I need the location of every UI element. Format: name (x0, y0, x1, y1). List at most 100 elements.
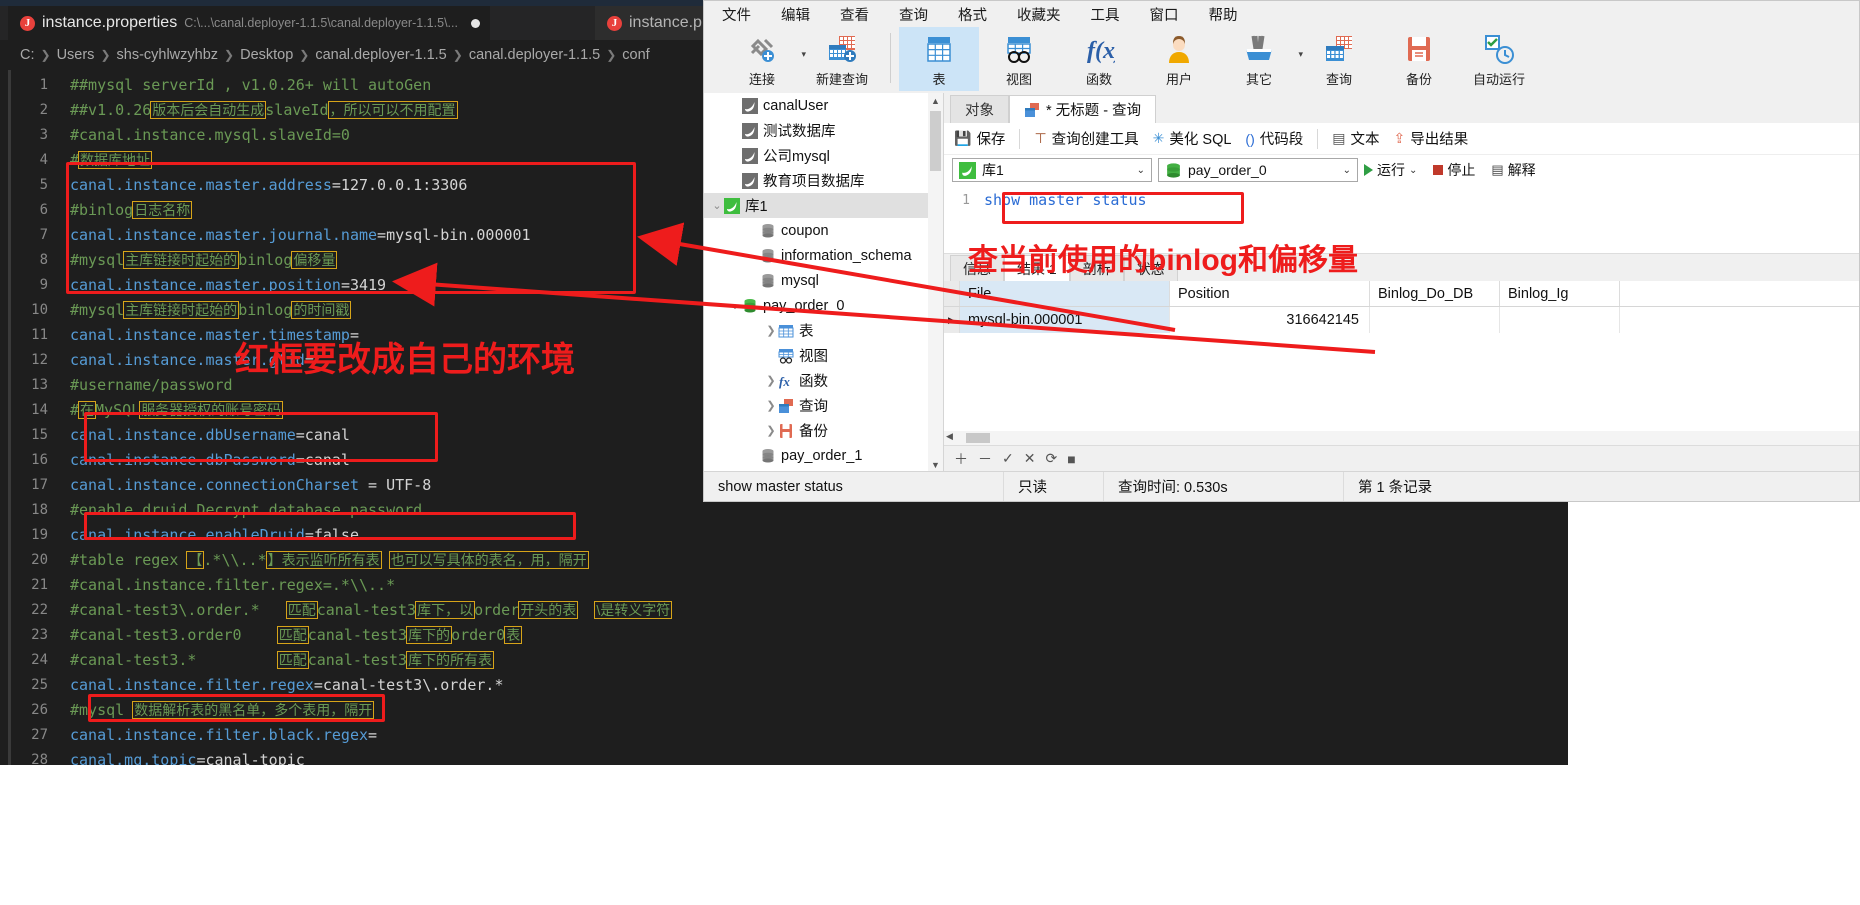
code-line[interactable]: 24 #canal-test3.* 匹配canal-test3库下的所有表 (0, 647, 1568, 672)
breadcrumb-segment[interactable]: canal.deployer-1.1.5 (469, 47, 600, 63)
result-grid[interactable]: File Position Binlog_Do_DB Binlog_Ig ▶ mysql… (944, 281, 1859, 333)
tree-node-canalUser[interactable]: canalUser (704, 93, 943, 118)
ribbon-button-视图[interactable]: 视图 (979, 27, 1059, 91)
tree-node-教育项目数据库[interactable]: 教育项目数据库 (704, 168, 943, 193)
code-line[interactable]: 20 #table regex 【.*\\..*】表示监听所有表 也可以写具体的表… (0, 547, 1568, 572)
ribbon-button-自动运行[interactable]: 自动运行 (1459, 27, 1539, 91)
tree-node-pay_order_1[interactable]: pay_order_1 (704, 443, 943, 468)
menu-item-文件[interactable]: 文件 (722, 4, 751, 25)
breadcrumb-segment[interactable]: Desktop (240, 47, 293, 63)
code-line[interactable]: 25 canal.instance.filter.regex=canal-test… (0, 672, 1568, 697)
stop-label[interactable]: 停止 (1447, 160, 1475, 180)
chevron-right-icon[interactable]: ❯ (764, 374, 778, 387)
database-combo[interactable]: pay_order_0 ⌄ (1158, 158, 1358, 182)
remove-record-icon[interactable]: － (978, 449, 992, 469)
ribbon-button-其它[interactable]: 其它 ▾ (1219, 27, 1303, 91)
code-line[interactable]: 19 canal.instance.enableDruid=false (0, 522, 1568, 547)
chevron-down-icon[interactable]: ⌄ (710, 199, 724, 212)
query-toolbar-美化 SQL[interactable]: ✳ 美化 SQL (1153, 128, 1232, 149)
code-line[interactable]: 27 canal.instance.filter.black.regex= (0, 722, 1568, 747)
table-row[interactable]: ▶ mysql-bin.000001 316642145 (944, 307, 1859, 333)
connection-combo[interactable]: 库1 ⌄ (952, 158, 1152, 182)
grid-column-header-Binlog_Do_DB[interactable]: Binlog_Do_DB (1370, 281, 1500, 306)
grid-column-header-Position[interactable]: Position (1170, 281, 1370, 306)
tree-node-公司mysql[interactable]: 公司mysql (704, 143, 943, 168)
grid-column-header-File[interactable]: File (960, 281, 1170, 306)
chevron-right-icon[interactable]: ❯ (764, 399, 778, 412)
chevron-down-icon[interactable]: ⌄ (1409, 165, 1417, 176)
query-toolbar-查询创建工具[interactable]: ⊤ 查询创建工具 (1034, 128, 1138, 149)
tree-node-表[interactable]: ❯ 表 (704, 318, 943, 343)
chevron-down-icon[interactable]: ⌄ (728, 299, 742, 312)
breadcrumb-segment[interactable]: canal.deployer-1.1.5 (315, 47, 446, 63)
grid-cell-Binlog_Ig[interactable] (1500, 307, 1620, 333)
ribbon-button-用户[interactable]: 用户 (1139, 27, 1219, 91)
editor-tab-active[interactable]: J instance.properties C:\...\canal.deplo… (8, 6, 490, 40)
object-tab-对象[interactable]: 对象 (950, 95, 1009, 123)
query-toolbar-代码段[interactable]: () 代码段 (1245, 128, 1303, 149)
chevron-right-icon[interactable]: ❯ (764, 324, 778, 337)
grid-cell-File[interactable]: mysql-bin.000001 (960, 307, 1170, 333)
code-line[interactable]: 26 #mysql 数据解析表的黑名单，多个表用，隔开 (0, 697, 1568, 722)
chevron-down-icon[interactable]: ⌄ (1137, 165, 1145, 176)
stop-icon[interactable]: ■ (1067, 451, 1075, 467)
breadcrumb-segment[interactable]: C: (20, 47, 35, 63)
tree-node-information_schema[interactable]: information_schema (704, 243, 943, 268)
menu-item-查询[interactable]: 查询 (899, 4, 928, 25)
tree-node-库1[interactable]: ⌄ 库1 (704, 193, 943, 218)
grid-cell-Position[interactable]: 316642145 (1170, 307, 1370, 333)
object-tab-* 无标题 - 查询[interactable]: * 无标题 - 查询 (1009, 95, 1157, 123)
tree-node-视图[interactable]: 视图 (704, 343, 943, 368)
refresh-icon[interactable]: ⟳ (1045, 450, 1057, 467)
code-line[interactable]: 22 #canal-test3\.order.* 匹配canal-test3库下，… (0, 597, 1568, 622)
menu-item-工具[interactable]: 工具 (1091, 4, 1120, 25)
grid-cell-Binlog_Do_DB[interactable] (1370, 307, 1500, 333)
ribbon-button-函数[interactable]: f(x) 函数 (1059, 27, 1139, 91)
code-line[interactable]: 28 canal.mq.topic=canal-topic (0, 747, 1568, 766)
stop-icon[interactable] (1433, 165, 1444, 175)
chevron-down-icon[interactable]: ⌄ (1343, 165, 1351, 176)
tree-node-coupon[interactable]: coupon (704, 218, 943, 243)
tree-node-mysql[interactable]: mysql (704, 268, 943, 293)
breadcrumb-segment[interactable]: conf (622, 47, 649, 63)
tree-node-pay_order_0[interactable]: ⌄ pay_order_0 (704, 293, 943, 318)
ribbon-button-新建查询[interactable]: 新建查询 (802, 27, 882, 91)
apply-change-icon[interactable]: ✓ (1002, 450, 1014, 467)
connection-tree[interactable]: canalUser 测试数据库 公司mysql 教育项目数据库 ⌄ 库1 coupon inf… (704, 93, 944, 473)
grid-horizontal-scrollbar[interactable]: ◀ (944, 431, 1859, 445)
tree-node-函数[interactable]: ❯ fx 函数 (704, 368, 943, 393)
tree-scrollbar[interactable]: ▲ ▼ (928, 93, 943, 473)
query-toolbar-文本[interactable]: ▤ 文本 (1332, 128, 1379, 149)
scroll-left-icon[interactable]: ◀ (946, 431, 953, 442)
query-toolbar-保存[interactable]: 💾 保存 (954, 128, 1005, 149)
tree-node-测试数据库[interactable]: 测试数据库 (704, 118, 943, 143)
unsaved-dot-icon[interactable] (470, 18, 480, 28)
chevron-right-icon[interactable]: ❯ (764, 424, 778, 437)
menu-item-查看[interactable]: 查看 (840, 4, 869, 25)
tree-node-查询[interactable]: ❯ 查询 (704, 393, 943, 418)
scroll-thumb[interactable] (930, 111, 941, 171)
menu-item-窗口[interactable]: 窗口 (1150, 4, 1179, 25)
run-play-icon[interactable] (1364, 164, 1373, 176)
code-line[interactable]: 21 #canal.instance.filter.regex=.*\\..* (0, 572, 1568, 597)
explain-label[interactable]: 解释 (1508, 160, 1536, 180)
breadcrumb-segment[interactable]: shs-cyhlwzyhbz (117, 47, 219, 63)
scroll-thumb[interactable] (966, 433, 990, 443)
scroll-up-icon[interactable]: ▲ (928, 93, 943, 109)
add-record-icon[interactable]: ＋ (954, 449, 968, 469)
menu-item-编辑[interactable]: 编辑 (781, 4, 810, 25)
menu-item-收藏夹[interactable]: 收藏夹 (1017, 4, 1061, 25)
code-line[interactable]: 23 #canal-test3.order0 匹配canal-test3库下的or… (0, 622, 1568, 647)
ribbon-button-查询[interactable]: 查询 (1299, 27, 1379, 91)
tree-node-备份[interactable]: ❯ 备份 (704, 418, 943, 443)
breadcrumb-segment[interactable]: Users (57, 47, 95, 63)
run-label[interactable]: 运行 (1377, 160, 1405, 180)
menu-item-格式[interactable]: 格式 (958, 4, 987, 25)
ribbon-button-备份[interactable]: 备份 (1379, 27, 1459, 91)
grid-column-header-Binlog_Ig[interactable]: Binlog_Ig (1500, 281, 1620, 306)
ribbon-button-连接[interactable]: 连接 ▾ (722, 27, 806, 91)
query-toolbar-导出结果[interactable]: ⇪ 导出结果 (1393, 128, 1468, 149)
menu-item-帮助[interactable]: 帮助 (1209, 4, 1238, 25)
ribbon-button-表[interactable]: 表 (899, 27, 979, 91)
cancel-change-icon[interactable]: ✕ (1024, 450, 1036, 467)
